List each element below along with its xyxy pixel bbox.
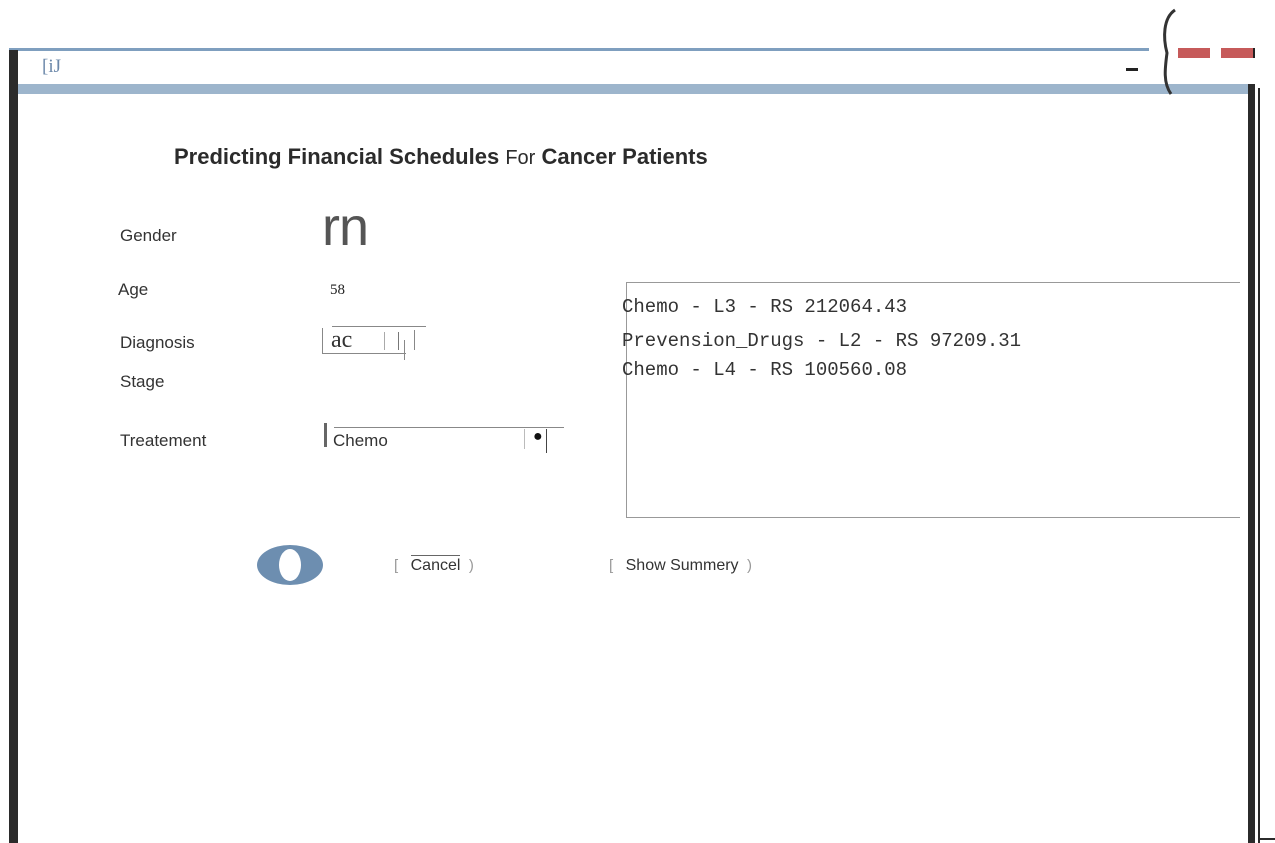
ok-button-inner: [279, 549, 301, 581]
gender-label: Gender: [120, 226, 177, 245]
corner-tick: [1253, 48, 1255, 58]
window-left-border: [9, 50, 18, 843]
age-field[interactable]: 58: [330, 282, 345, 299]
treatment-label: Treatement: [120, 431, 207, 450]
window-corner-mark: [1258, 838, 1275, 840]
output-line-3: Chemo - L4 - RS 100560.08: [622, 359, 908, 381]
window-title: [iJ: [42, 56, 61, 77]
treatment-value: Chemo: [333, 431, 388, 450]
summary-bracket-left-icon: [: [609, 557, 614, 574]
minimize-icon[interactable]: [1126, 68, 1138, 71]
window-right-border: [1248, 84, 1255, 843]
output-top-border: [626, 282, 1240, 283]
diagnosis-value: ac: [331, 327, 353, 353]
title-part-1: Predicting Financial Schedules: [174, 144, 500, 169]
title-part-2: Cancer Patients: [541, 144, 708, 169]
stage-label: Stage: [120, 372, 165, 391]
show-summary-button[interactable]: [ Show Summery ): [609, 557, 752, 575]
dropdown-arrow-icon[interactable]: ●: [533, 428, 543, 446]
close-icon[interactable]: [1221, 48, 1254, 58]
output-line-2: Prevension_Drugs - L2 - RS 97209.31: [622, 330, 1022, 352]
titlebar-bottom-band: [9, 84, 1249, 94]
output-bottom-border: [626, 517, 1240, 518]
window-right-edge: [1258, 88, 1260, 843]
cancel-label: Cancel: [410, 555, 461, 574]
diagnosis-label: Diagnosis: [120, 333, 195, 352]
output-line-1: Chemo - L3 - RS 212064.43: [622, 296, 908, 318]
title-for: For: [505, 147, 536, 169]
summary-label: Show Summery: [625, 557, 739, 574]
titlebar-top-line: [9, 48, 1149, 51]
summary-bracket-right-icon: ): [747, 557, 752, 574]
cancel-bracket-left-icon: [: [394, 557, 399, 574]
close-button[interactable]: [1178, 48, 1210, 58]
page-title: Predicting Financial Schedules For Cance…: [174, 144, 708, 170]
gender-selector[interactable]: rn: [322, 196, 369, 258]
cancel-button[interactable]: [ Cancel ): [394, 555, 474, 575]
cancel-bracket-right-icon: ): [468, 557, 474, 574]
age-label: Age: [118, 280, 149, 299]
